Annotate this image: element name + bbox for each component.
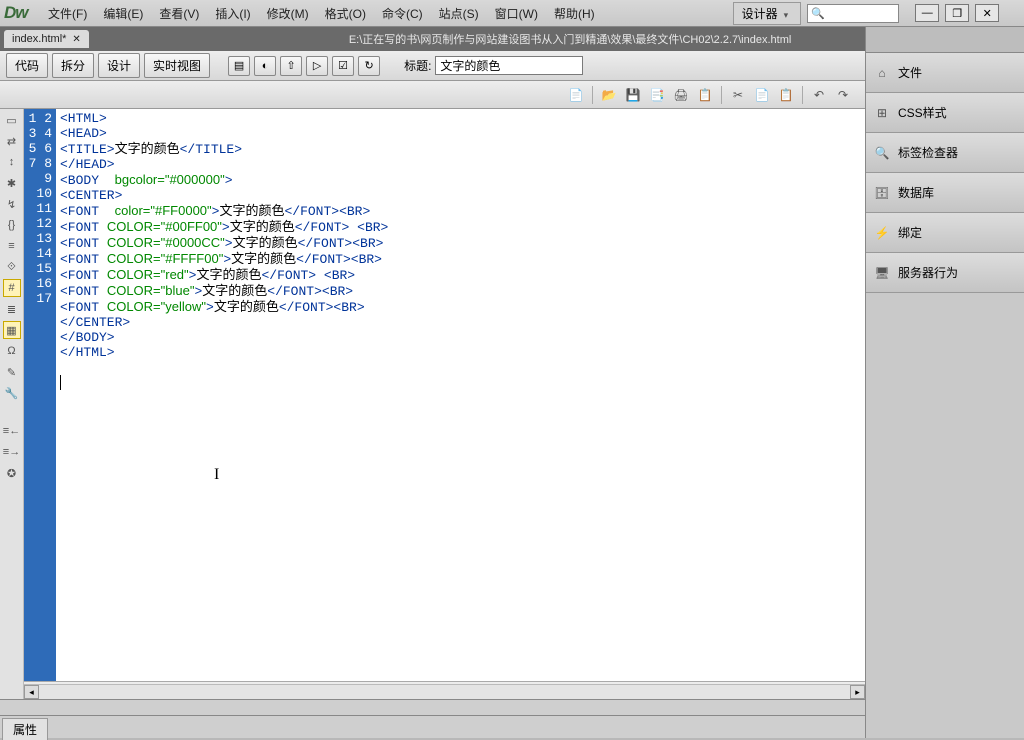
tool-icon[interactable]: Ω (3, 342, 21, 360)
tool-icon[interactable]: {} (3, 216, 21, 234)
close-button[interactable]: ✕ (975, 4, 999, 22)
separator (721, 86, 722, 104)
menu-command[interactable]: 命令(C) (374, 2, 431, 25)
panel-bindings[interactable]: ⚡绑定 (866, 213, 1024, 253)
tag-icon: 🔍 (874, 145, 890, 161)
toolbar-icon[interactable]: ▷ (306, 56, 328, 76)
panel-inspector[interactable]: 🔍标签检查器 (866, 133, 1024, 173)
horizontal-scrollbar[interactable]: ◂ ▸ (24, 684, 865, 699)
tool-icon[interactable]: ≡ (3, 237, 21, 255)
print-icon[interactable]: 🖨 (670, 85, 692, 105)
tool-icon[interactable]: ⟐ (3, 258, 21, 276)
files-icon: ⌂ (874, 65, 890, 81)
split-view-button[interactable]: 拆分 (52, 53, 94, 78)
menubar: Dw 文件(F) 编辑(E) 查看(V) 插入(I) 修改(M) 格式(O) 命… (0, 0, 1024, 27)
tool-icon[interactable]: ▭ (3, 111, 21, 129)
scroll-left-icon[interactable]: ◂ (24, 685, 39, 699)
new-icon[interactable]: 📄 (565, 85, 587, 105)
indent-icon[interactable]: ≡← (3, 422, 21, 440)
toolbar-icon[interactable]: ◐ (254, 56, 276, 76)
tool-icon[interactable]: ↕ (3, 153, 21, 171)
right-panel-group: ⌂文件 ⊞CSS样式 🔍标签检查器 🗄数据库 ⚡绑定 🖥服务器行为 (865, 27, 1024, 738)
restore-button[interactable]: ❐ (945, 4, 969, 22)
refresh-icon[interactable]: ↻ (358, 56, 380, 76)
scroll-right-icon[interactable]: ▸ (850, 685, 865, 699)
code-view-button[interactable]: 代码 (6, 53, 48, 78)
open-icon[interactable]: 📂 (598, 85, 620, 105)
panel-database[interactable]: 🗄数据库 (866, 173, 1024, 213)
tool-icon[interactable]: ✎ (3, 363, 21, 381)
toolbar-icon[interactable]: ☑ (332, 56, 354, 76)
saveall-icon[interactable]: 📑 (646, 85, 668, 105)
line-number-gutter: 1 2 3 4 5 6 7 8 9 10 11 12 13 14 15 16 1… (24, 109, 56, 681)
separator (802, 86, 803, 104)
close-tab-icon[interactable]: ✕ (72, 34, 80, 45)
menu-window[interactable]: 窗口(W) (487, 2, 546, 25)
file-path: E:\正在写的书\网页制作与网站建设图书从入门到精通\效果\最终文件\CH02\… (349, 31, 792, 47)
highlight-icon[interactable]: ▦ (3, 321, 21, 339)
highlight-icon[interactable]: # (3, 279, 21, 297)
tool-icon[interactable]: ≣ (3, 300, 21, 318)
menu-format[interactable]: 格式(O) (317, 2, 374, 25)
code-side-toolbar: ▭ ⇄ ↕ ✱ ↯ {} ≡ ⟐ # ≣ ▦ Ω ✎ 🔧 ≡← ≡→ ✪ (0, 109, 24, 699)
tool-icon[interactable]: ✱ (3, 174, 21, 192)
css-icon: ⊞ (874, 105, 890, 121)
menu-help[interactable]: 帮助(H) (546, 2, 603, 25)
page-title-input[interactable] (435, 56, 583, 75)
app-logo: Dw (4, 3, 40, 23)
text-cursor-icon: I (214, 466, 219, 484)
menu-edit[interactable]: 编辑(E) (95, 2, 151, 25)
menu-view[interactable]: 查看(V) (151, 2, 207, 25)
search-input[interactable]: 🔍 (807, 4, 899, 23)
live-view-button[interactable]: 实时视图 (144, 53, 210, 78)
database-icon: 🗄 (874, 185, 890, 201)
menu-file[interactable]: 文件(F) (40, 2, 95, 25)
panel-server[interactable]: 🖥服务器行为 (866, 253, 1024, 293)
toolbar-icon[interactable]: ⇧ (280, 56, 302, 76)
separator (592, 86, 593, 104)
paste-icon[interactable]: 📄 (751, 85, 773, 105)
copy-icon[interactable]: 📋 (694, 85, 716, 105)
tool-icon[interactable]: 🔧 (3, 384, 21, 402)
properties-tab[interactable]: 属性 (2, 718, 48, 740)
bindings-icon: ⚡ (874, 225, 890, 241)
workspace-switcher[interactable]: 设计器 (733, 2, 802, 25)
save-icon[interactable]: 💾 (622, 85, 644, 105)
tool-icon[interactable]: ↯ (3, 195, 21, 213)
panel-css[interactable]: ⊞CSS样式 (866, 93, 1024, 133)
toolbar-icon[interactable]: ▤ (228, 56, 250, 76)
clipboard-icon[interactable]: 📋 (775, 85, 797, 105)
cut-icon[interactable]: ✂ (727, 85, 749, 105)
tool-icon[interactable]: ⇄ (3, 132, 21, 150)
menu-insert[interactable]: 插入(I) (207, 2, 258, 25)
panel-files[interactable]: ⌂文件 (866, 53, 1024, 93)
redo-icon[interactable]: ↷ (832, 85, 854, 105)
undo-icon[interactable]: ↶ (808, 85, 830, 105)
code-editor[interactable]: <HTML> <HEAD> <TITLE>文字的颜色</TITLE> </HEA… (56, 109, 865, 681)
properties-bar: 属性 (0, 699, 865, 738)
menu-modify[interactable]: 修改(M) (259, 2, 317, 25)
minimize-button[interactable]: — (915, 4, 939, 22)
menu-site[interactable]: 站点(S) (431, 2, 487, 25)
file-tab[interactable]: index.html* ✕ (4, 30, 89, 48)
tool-icon[interactable]: ✪ (3, 464, 21, 482)
outdent-icon[interactable]: ≡→ (3, 443, 21, 461)
title-label: 标题: (404, 57, 431, 74)
server-icon: 🖥 (874, 265, 890, 281)
file-tab-label: index.html* (12, 33, 66, 45)
design-view-button[interactable]: 设计 (98, 53, 140, 78)
main-area: ▭ ⇄ ↕ ✱ ↯ {} ≡ ⟐ # ≣ ▦ Ω ✎ 🔧 ≡← ≡→ ✪ 1 2… (0, 109, 865, 699)
